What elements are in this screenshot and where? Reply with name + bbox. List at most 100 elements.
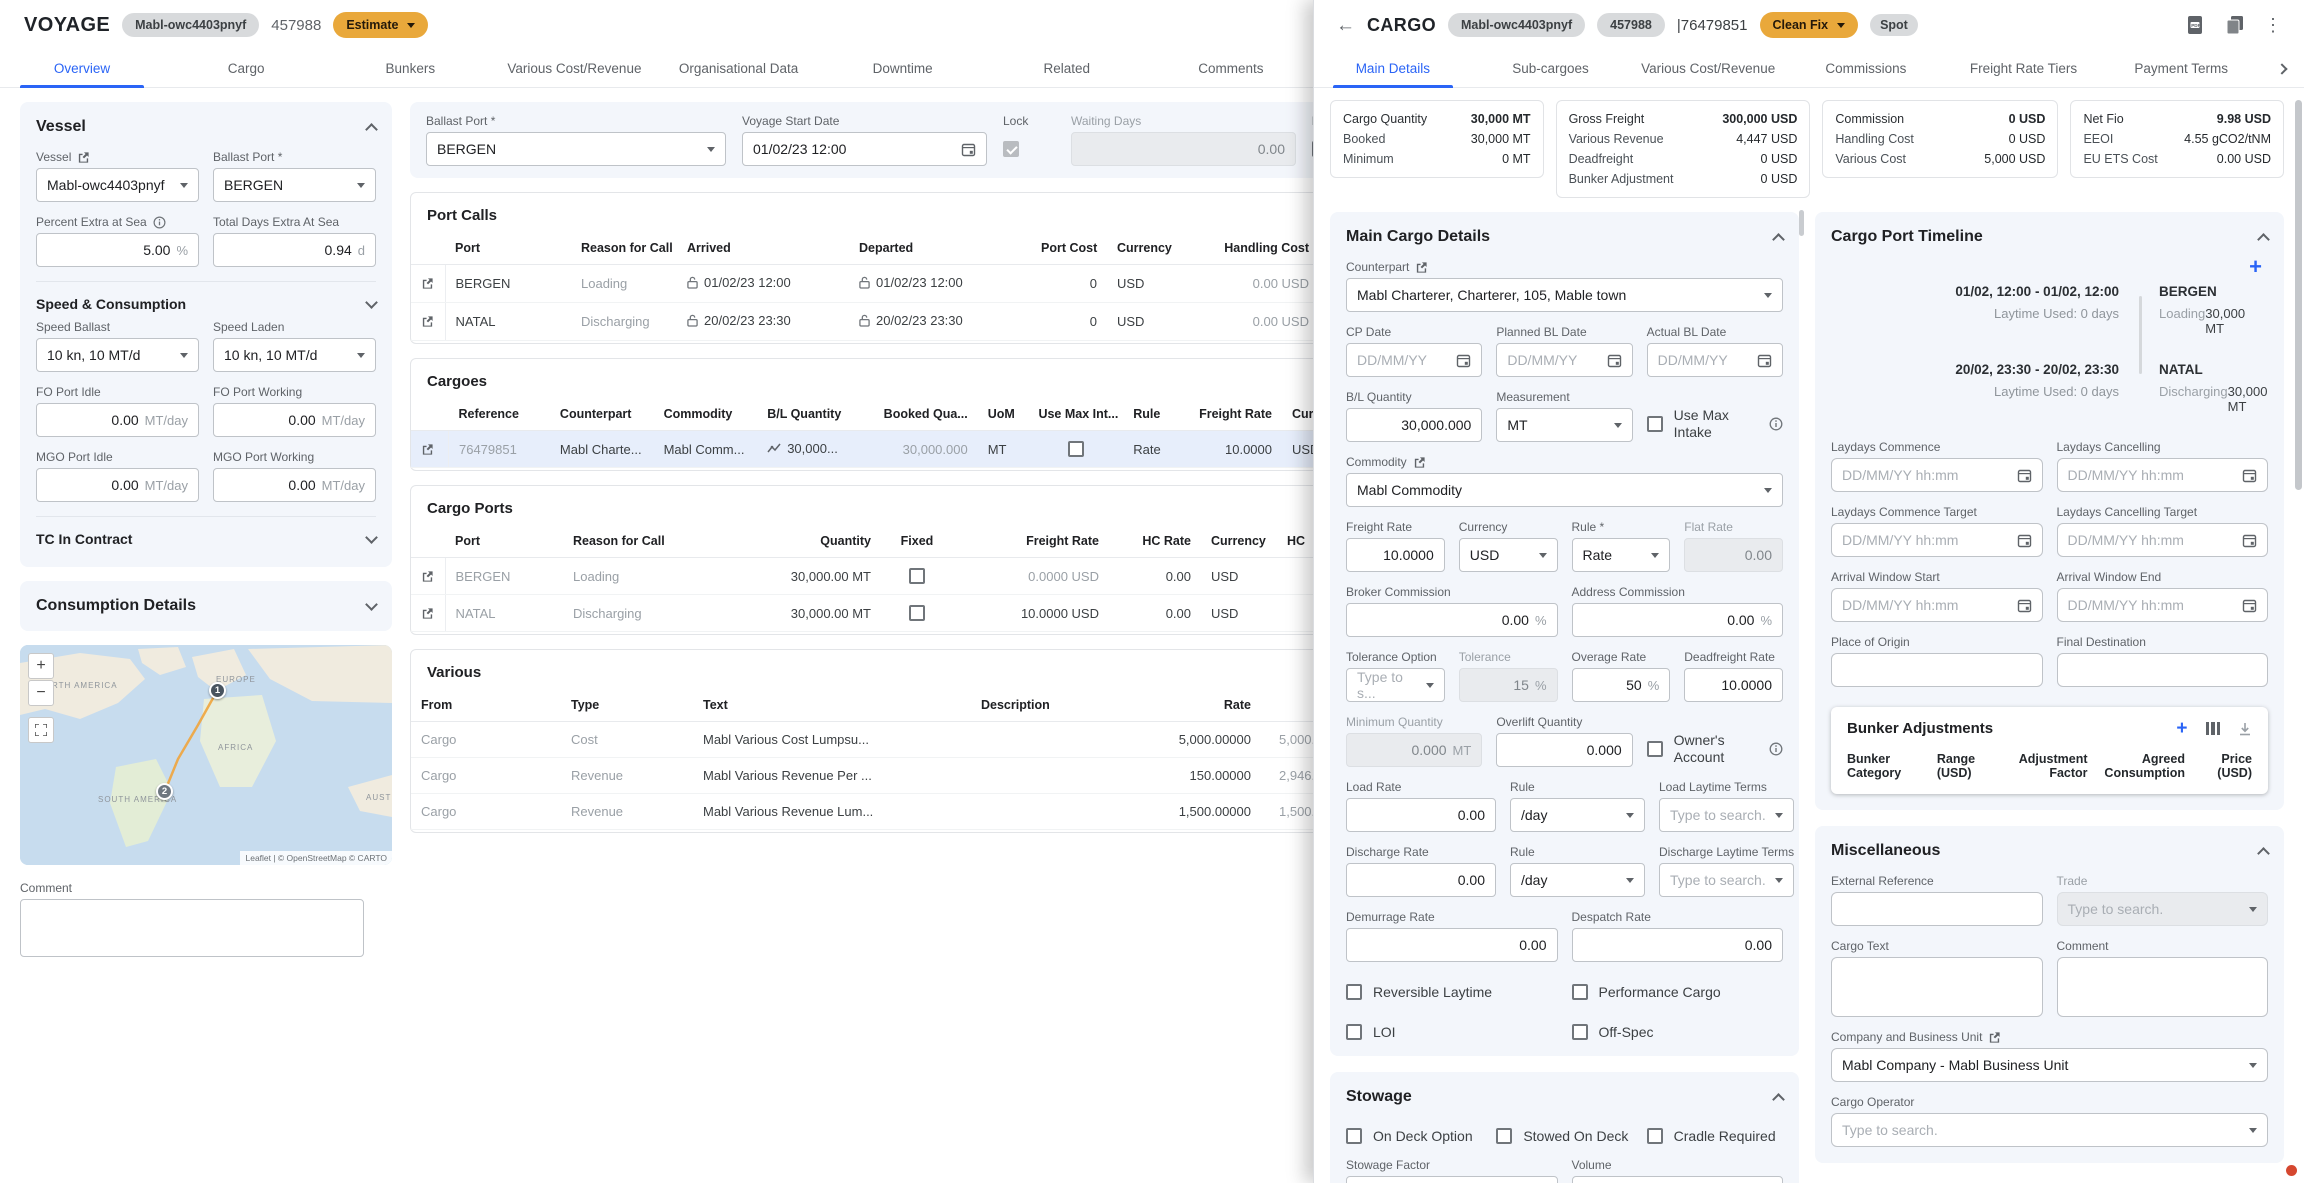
comment-input[interactable] — [2057, 957, 2269, 1017]
add-bunker-adjustment-button[interactable]: + — [2176, 719, 2187, 738]
vessel-select[interactable]: Mabl-owc4403pnyf — [36, 168, 199, 202]
calendar-icon[interactable] — [2242, 598, 2257, 613]
company-business-unit-select[interactable]: Mabl Company - Mabl Business Unit — [1831, 1048, 2268, 1082]
stowed-on-deck-checkbox[interactable] — [1496, 1128, 1512, 1144]
open-row-icon[interactable] — [421, 443, 438, 456]
map-zoom-in-button[interactable]: + — [28, 653, 54, 679]
lock-checkbox[interactable] — [1003, 141, 1019, 157]
calendar-icon[interactable] — [2242, 533, 2257, 548]
various-row[interactable]: Cargo Revenue Mabl Various Revenue Per .… — [411, 758, 1313, 794]
use-max-intake-checkbox[interactable] — [1647, 416, 1663, 432]
measurement-select[interactable]: MT — [1496, 408, 1632, 442]
load-rate-input[interactable]: 0.00 — [1346, 798, 1496, 832]
calendar-icon[interactable] — [2017, 533, 2032, 548]
despatch-rate-input[interactable]: 0.00 — [1572, 928, 1784, 962]
tabs-overflow-chevron[interactable] — [2260, 50, 2304, 87]
kebab-menu-icon[interactable]: ⋮ — [2264, 16, 2282, 34]
map-zoom-out-button[interactable]: − — [28, 680, 54, 706]
tab-overview[interactable]: Overview — [0, 50, 164, 87]
arrival-window-end-input[interactable]: DD/MM/YY hh:mm — [2057, 588, 2269, 622]
calendar-icon[interactable] — [1456, 353, 1471, 368]
info-icon[interactable] — [1769, 742, 1783, 756]
stowage-factor-input[interactable]: 0.500CBM/MT — [1346, 1176, 1558, 1183]
expand-icon[interactable] — [365, 598, 378, 611]
collapse-icon[interactable] — [2257, 233, 2270, 246]
overlift-quantity-input[interactable]: 0.000 — [1496, 733, 1632, 767]
tab-bunkers[interactable]: Bunkers — [328, 50, 492, 87]
back-button[interactable]: ← — [1336, 16, 1355, 35]
reversible-laytime-checkbox[interactable] — [1346, 984, 1362, 1000]
use-max-intake-checkbox[interactable] — [1068, 441, 1084, 457]
overage-rate-input[interactable]: 50% — [1572, 668, 1671, 702]
bl-quantity-input[interactable]: 30,000.000 — [1346, 408, 1482, 442]
performance-cargo-checkbox[interactable] — [1572, 984, 1588, 1000]
various-row[interactable]: Cargo Cost Mabl Various Cost Lumpsu... 5… — [411, 722, 1313, 758]
cargo-operator-select[interactable]: Type to search. — [1831, 1113, 2268, 1147]
calendar-icon[interactable] — [1757, 353, 1772, 368]
owners-account-checkbox[interactable] — [1647, 741, 1663, 757]
discharge-rule-select[interactable]: /day — [1510, 863, 1645, 897]
voyage-start-date-input[interactable]: 01/02/23 12:00 — [742, 132, 987, 166]
calendar-icon[interactable] — [2017, 598, 2032, 613]
collapse-icon[interactable] — [2257, 847, 2270, 860]
laydays-cancelling-target-input[interactable]: DD/MM/YY hh:mm — [2057, 523, 2269, 557]
tab-comments[interactable]: Comments — [1149, 50, 1313, 87]
add-timeline-entry-button[interactable]: + — [2249, 256, 2262, 278]
laydays-commence-target-input[interactable]: DD/MM/YY hh:mm — [1831, 523, 2043, 557]
collapse-icon[interactable] — [1772, 1093, 1785, 1106]
collapse-icon[interactable] — [365, 123, 378, 136]
cp-date-input[interactable]: DD/MM/YY — [1346, 343, 1482, 377]
various-row[interactable]: Cargo Revenue Mabl Various Revenue Lum..… — [411, 794, 1313, 830]
total-days-input[interactable]: 0.94d — [213, 233, 376, 267]
discharge-rate-input[interactable]: 0.00 — [1346, 863, 1496, 897]
calendar-icon[interactable] — [1607, 353, 1622, 368]
download-icon[interactable] — [2238, 722, 2252, 736]
laydays-cancelling-input[interactable]: DD/MM/YY hh:mm — [2057, 458, 2269, 492]
lock-open-icon[interactable] — [859, 276, 870, 289]
external-link-icon[interactable] — [1413, 456, 1426, 469]
fixed-checkbox[interactable] — [909, 568, 925, 584]
tab-commissions[interactable]: Commissions — [1787, 50, 1945, 87]
discharge-laytime-terms-select[interactable]: Type to search. — [1659, 863, 1794, 897]
port-call-row[interactable]: BERGEN Loading 01/02/23 12:00 01/02/23 1… — [411, 265, 1313, 303]
notification-dot[interactable] — [2286, 1165, 2297, 1176]
expand-icon[interactable] — [365, 296, 378, 309]
open-row-icon[interactable] — [421, 570, 435, 583]
external-link-icon[interactable] — [1988, 1031, 2001, 1044]
info-icon[interactable] — [1769, 417, 1783, 431]
tab-organisational-data[interactable]: Organisational Data — [657, 50, 821, 87]
rule-select[interactable]: Rate — [1572, 538, 1671, 572]
fix-status-button[interactable]: Clean Fix — [1760, 12, 1859, 38]
tab-main-details[interactable]: Main Details — [1314, 50, 1472, 87]
on-deck-option-checkbox[interactable] — [1346, 1128, 1362, 1144]
mgo-port-working-input[interactable]: 0.00MT/day — [213, 468, 376, 502]
estimate-button[interactable]: Estimate — [333, 12, 428, 38]
columns-icon[interactable] — [2206, 722, 2221, 735]
map-marker-1[interactable]: 1 — [209, 682, 226, 699]
planned-bl-date-input[interactable]: DD/MM/YY — [1496, 343, 1632, 377]
expand-icon[interactable] — [365, 531, 378, 544]
arrival-window-start-input[interactable]: DD/MM/YY hh:mm — [1831, 588, 2043, 622]
actual-bl-date-input[interactable]: DD/MM/YY — [1647, 343, 1783, 377]
tab-downtime[interactable]: Downtime — [821, 50, 985, 87]
fo-port-idle-input[interactable]: 0.00MT/day — [36, 403, 199, 437]
final-destination-input[interactable] — [2057, 653, 2269, 687]
load-rule-select[interactable]: /day — [1510, 798, 1645, 832]
calendar-icon[interactable] — [2017, 468, 2032, 483]
external-reference-input[interactable] — [1831, 892, 2043, 926]
timeline-entry[interactable]: 20/02, 23:30 - 20/02, 23:30 Laytime Used… — [1831, 362, 2268, 414]
info-icon[interactable] — [153, 216, 166, 229]
external-link-icon[interactable] — [1415, 261, 1428, 274]
freight-rate-input[interactable]: 10.0000 — [1346, 538, 1445, 572]
lock-open-icon[interactable] — [687, 314, 698, 327]
volume-input[interactable]: 15,000.000CBM — [1572, 1176, 1784, 1183]
currency-select[interactable]: USD — [1459, 538, 1558, 572]
column-resize-handle[interactable] — [1799, 210, 1804, 236]
commodity-select[interactable]: Mabl Commodity — [1346, 473, 1783, 507]
external-link-icon[interactable] — [77, 151, 90, 164]
open-row-icon[interactable] — [421, 315, 435, 328]
map-fullscreen-button[interactable] — [28, 717, 54, 743]
tab-various-cost-revenue[interactable]: Various Cost/Revenue — [492, 50, 656, 87]
lock-open-icon[interactable] — [859, 314, 870, 327]
fixed-checkbox[interactable] — [909, 605, 925, 621]
